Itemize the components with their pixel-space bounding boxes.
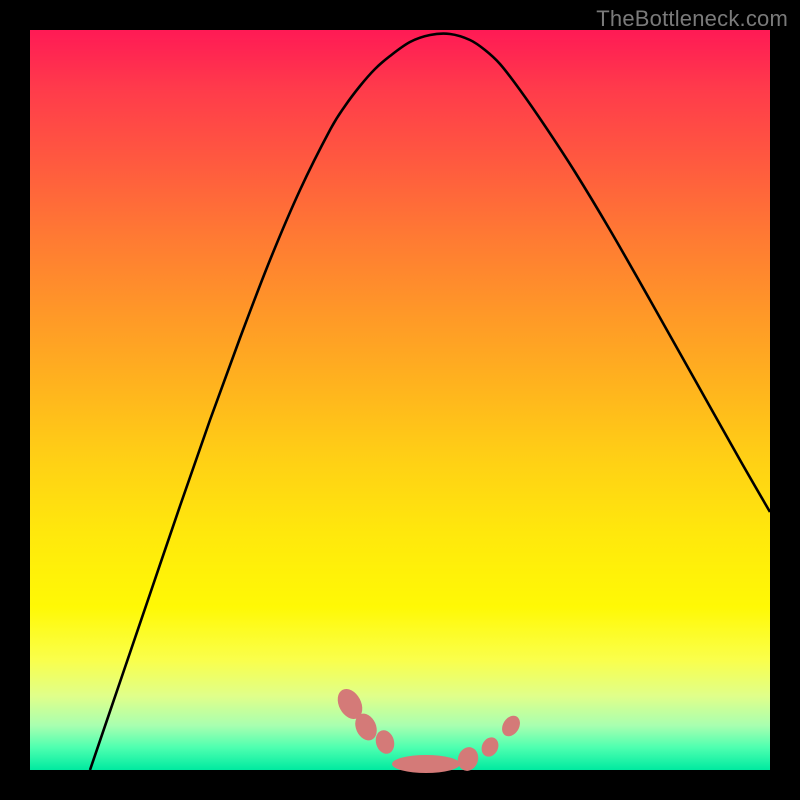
valley-marker xyxy=(455,744,481,773)
plot-area xyxy=(30,30,770,770)
bottleneck-curve xyxy=(90,34,770,770)
valley-marker xyxy=(392,755,460,773)
valley-marker xyxy=(498,712,523,739)
chart-frame: TheBottleneck.com xyxy=(0,0,800,800)
valley-marker xyxy=(478,735,501,760)
valley-markers xyxy=(333,685,524,774)
attribution-text: TheBottleneck.com xyxy=(596,6,788,32)
curve-layer xyxy=(30,30,770,770)
